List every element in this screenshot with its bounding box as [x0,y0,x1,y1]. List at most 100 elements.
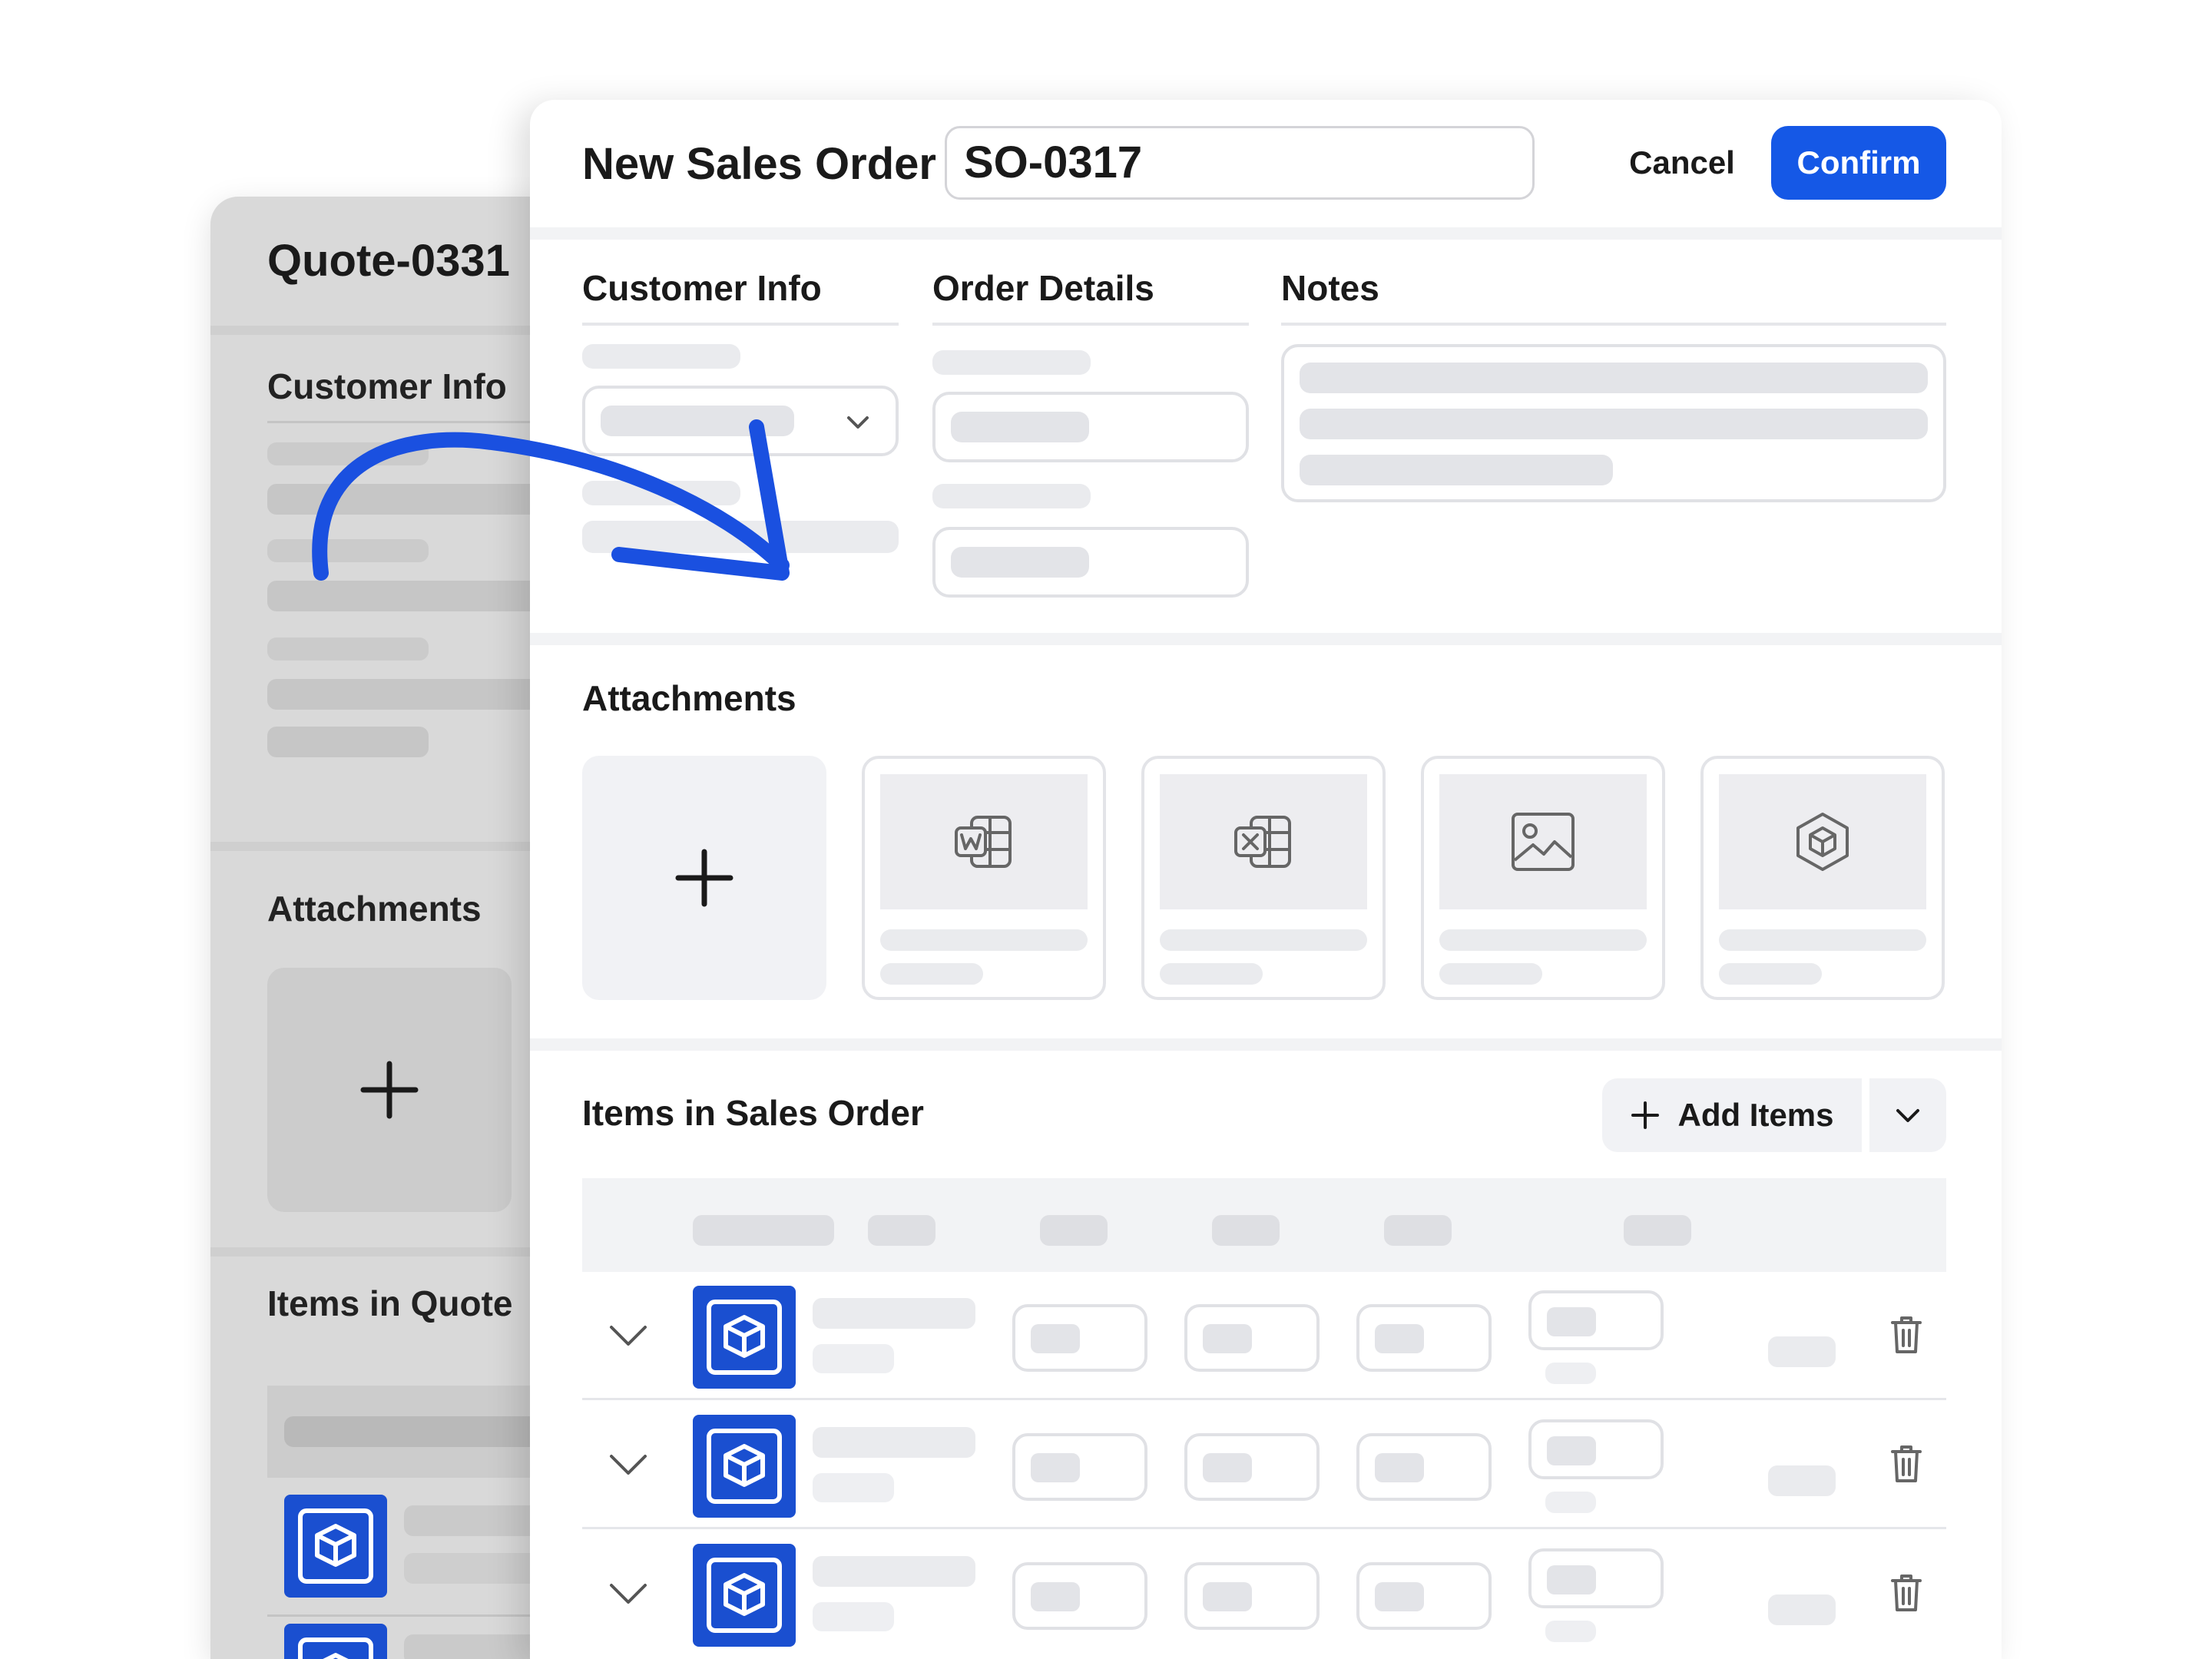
skeleton-value [601,406,794,436]
order-details-title: Order Details [932,268,1154,308]
trash-icon[interactable] [1888,1442,1925,1485]
chevron-down-icon [847,416,869,429]
attachment-preview [880,774,1088,909]
order-detail-field[interactable] [932,527,1249,598]
expand-row-chevron-icon[interactable] [607,1578,650,1608]
expand-row-chevron-icon[interactable] [607,1449,650,1479]
item-field[interactable] [1528,1548,1664,1608]
section-underline [932,323,1249,326]
quote-divider [210,326,564,335]
notes-textarea[interactable] [1281,344,1946,502]
add-items-button[interactable]: Add Items [1602,1078,1862,1152]
quote-skeleton [267,679,564,710]
attachment-card[interactable] [1421,756,1665,1000]
skeleton-value [582,521,899,553]
order-detail-field[interactable] [932,392,1249,462]
sales-order-header: New Sales Order SO-0317 Cancel Confirm [530,100,2002,227]
cube-box-icon [298,1637,373,1659]
skeleton-value [951,547,1089,578]
header-skeleton [1384,1215,1452,1246]
cube-box-icon [707,1558,782,1633]
attachment-card[interactable] [1141,756,1386,1000]
add-items-dropdown[interactable] [1869,1078,1946,1152]
item-total-skeleton [1768,1594,1836,1625]
quote-skeleton [267,539,429,562]
notes-title: Notes [1281,268,1379,308]
chevron-down-icon [1896,1109,1919,1122]
skeleton-filesize [1160,963,1263,985]
skeleton-filename [1160,929,1367,951]
attachment-card[interactable] [1700,756,1945,1000]
trash-icon[interactable] [1888,1571,1925,1614]
skeleton-filesize [1439,963,1542,985]
skeleton-label [582,481,740,505]
item-thumbnail [693,1544,796,1647]
item-field[interactable] [1184,1304,1320,1372]
item-field[interactable] [1356,1562,1492,1630]
item-name-skeleton [813,1556,975,1587]
expand-row-chevron-icon[interactable] [607,1320,650,1350]
header-skeleton [1212,1215,1280,1246]
skeleton-filename [880,929,1088,951]
image-file-icon [1512,813,1575,871]
item-field[interactable] [1184,1562,1320,1630]
item-field[interactable] [1356,1433,1492,1501]
skeleton-line [1300,409,1928,439]
item-field[interactable] [1356,1304,1492,1372]
cancel-button[interactable]: Cancel [1621,126,1743,200]
trash-icon[interactable] [1888,1313,1925,1356]
skeleton-filename [1439,929,1647,951]
section-divider [530,1038,2002,1051]
customer-info-title: Customer Info [582,268,822,308]
cube-box-icon [707,1429,782,1504]
section-divider [530,227,2002,240]
attachment-card[interactable] [862,756,1106,1000]
quote-item-thumbnail [284,1495,387,1598]
plus-icon [675,849,733,907]
add-items-label: Add Items [1677,1097,1834,1133]
page-title: New Sales Order [582,139,936,189]
quote-skeleton [267,637,429,661]
customer-select[interactable] [582,386,899,456]
skeleton-filesize [880,963,983,985]
attachment-preview [1439,774,1647,909]
skeleton-value [951,412,1089,442]
header-skeleton [1040,1215,1108,1246]
section-divider [530,633,2002,645]
skeleton-label [932,484,1091,508]
item-sku-skeleton [813,1602,894,1631]
skeleton-label [582,344,740,369]
skeleton-filename [1719,929,1926,951]
attachment-preview [1719,774,1926,909]
item-note-skeleton [1545,1363,1596,1384]
cube-box-icon [707,1300,782,1375]
item-field[interactable] [1528,1419,1664,1479]
section-underline [1281,323,1946,326]
skeleton-line [1300,455,1613,485]
attachments-title: Attachments [582,678,796,718]
skeleton-label [932,350,1091,375]
item-field[interactable] [1184,1433,1320,1501]
item-note-skeleton [1545,1621,1596,1642]
item-field[interactable] [1012,1433,1147,1501]
quote-divider [210,842,564,851]
item-field[interactable] [1528,1290,1664,1350]
quote-panel: Quote-0331 Customer Info Attachments Ite… [210,197,564,1659]
row-divider [582,1398,1946,1400]
item-field[interactable] [1012,1562,1147,1630]
section-underline [582,323,899,326]
order-number-input[interactable]: SO-0317 [945,126,1535,200]
quote-customer-info-title: Customer Info [267,366,507,406]
skeleton-filesize [1719,963,1822,985]
skeleton-line [1300,363,1928,393]
items-table-header [582,1178,1946,1272]
item-field[interactable] [1012,1304,1147,1372]
attachment-preview [1160,774,1367,909]
excel-spreadsheet-icon [1234,816,1291,868]
add-attachment-button[interactable] [582,756,826,1000]
quote-item-thumbnail [284,1624,387,1659]
confirm-button[interactable]: Confirm [1771,126,1946,200]
item-thumbnail [693,1286,796,1389]
quote-divider [210,1247,564,1257]
quote-section-underline [267,421,564,423]
